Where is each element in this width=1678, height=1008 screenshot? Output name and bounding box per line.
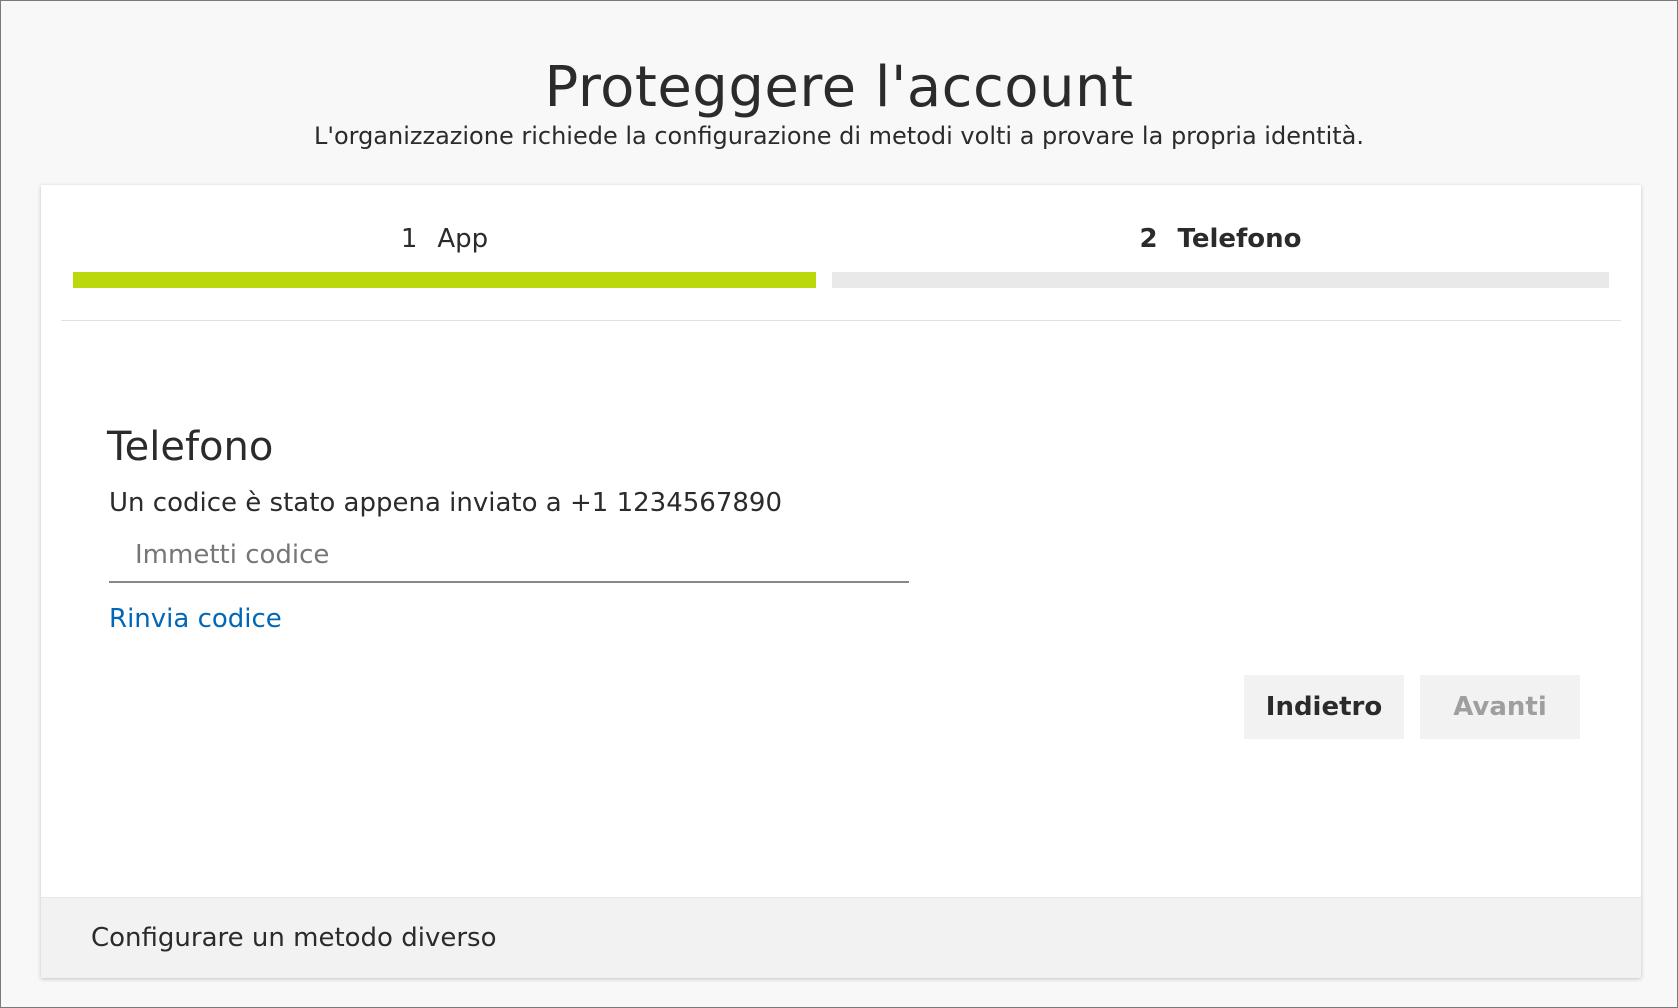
step-app-label: 1 App <box>73 221 816 257</box>
steps-divider <box>61 320 1621 321</box>
code-sent-message: Un codice è stato appena inviato a +1 12… <box>109 488 782 518</box>
resend-code-link[interactable]: Rinvia codice <box>109 601 282 637</box>
step-telefono-number: 2 <box>1139 224 1158 254</box>
page-subtitle: L'organizzazione richiede la configurazi… <box>313 122 1365 150</box>
step-app: 1 App <box>73 185 816 321</box>
section-title: Telefono <box>107 424 274 471</box>
card-footer: Configurare un metodo diverso <box>41 897 1641 978</box>
code-field <box>109 529 909 583</box>
step-telefono-text: Telefono <box>1177 224 1302 254</box>
code-input[interactable] <box>109 529 909 581</box>
page-title: Proteggere l'account <box>544 54 1134 120</box>
step-telefono-label: 2 Telefono <box>832 221 1609 257</box>
back-button[interactable]: Indietro <box>1244 675 1404 739</box>
step-app-text: App <box>437 224 489 254</box>
step-telefono: 2 Telefono <box>832 185 1609 321</box>
step-app-progress-bar <box>73 272 816 288</box>
setup-card: 1 App 2 Telefono Telefono Un codice è stat… <box>41 185 1641 978</box>
step-telefono-progress-bar <box>832 272 1609 288</box>
different-method-link[interactable]: Configurare un metodo diverso <box>91 920 496 956</box>
next-button[interactable]: Avanti <box>1420 675 1580 739</box>
app-window: Proteggere l'account L'organizzazione ri… <box>0 0 1678 1008</box>
progress-steps: 1 App 2 Telefono <box>73 185 1609 321</box>
step-app-number: 1 <box>400 224 418 254</box>
